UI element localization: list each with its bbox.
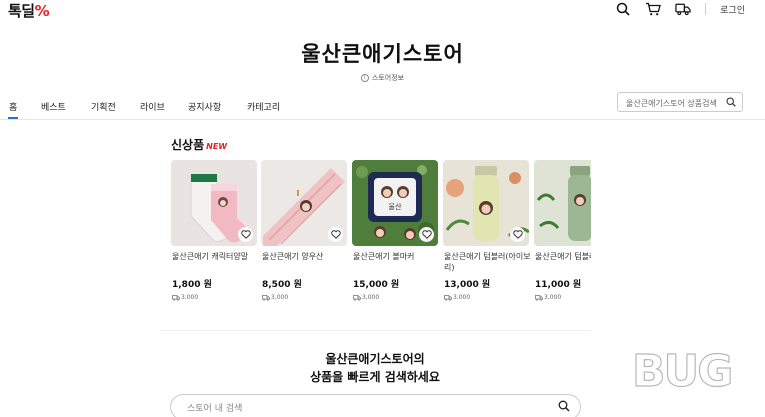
delivery-truck-icon[interactable] [675, 1, 691, 17]
section-divider [160, 330, 590, 331]
login-link[interactable]: 로그인 [720, 3, 745, 16]
search-icon[interactable] [726, 97, 736, 109]
product-price: 1,800 원 [172, 280, 212, 290]
product-image[interactable] [261, 160, 347, 246]
shipping-fee: 3,000 [353, 294, 379, 301]
delivery-truck-icon [444, 294, 452, 301]
store-search-placeholder: 스토어 내 검색 [187, 404, 243, 414]
shipping-fee: 3,000 [535, 294, 561, 301]
tab-live[interactable]: 라이브 [140, 100, 165, 113]
product-name[interactable]: 울산큰애기 텀블러(아이보리) [444, 251, 532, 273]
wishlist-heart-icon[interactable] [419, 227, 434, 242]
tab-exhibition[interactable]: 기획전 [91, 100, 116, 113]
product-name[interactable]: 울산큰애기 볼마커 [353, 251, 441, 262]
logo[interactable]: 톡딜% [8, 0, 50, 20]
new-badge: NEW [206, 142, 228, 151]
delivery-truck-icon [535, 294, 543, 301]
store-search-heading-line2: 상품을 빠르게 검색하세요 [310, 370, 440, 384]
shipping-fee: 3,000 [444, 294, 470, 301]
shipping-fee-value: 3,000 [362, 294, 380, 301]
top-bar: 톡딜% 로그인 [0, 0, 765, 20]
product-price: 13,000 원 [444, 280, 491, 290]
svg-text:BUG: BUG [632, 346, 731, 397]
svg-text:울산: 울산 [389, 202, 402, 211]
store-search-input[interactable]: 스토어 내 검색 [170, 394, 581, 417]
tab-best[interactable]: 베스트 [41, 100, 66, 113]
product-image[interactable] [534, 160, 591, 246]
cart-icon[interactable] [645, 1, 662, 17]
tab-category[interactable]: 카테고리 [247, 100, 280, 113]
product-price: 11,000 원 [535, 280, 582, 290]
shipping-fee: 3,000 [172, 294, 198, 301]
product-name[interactable]: 울산큰애기 텀블러(그린) [535, 251, 591, 262]
wishlist-heart-icon[interactable] [238, 227, 253, 242]
delivery-truck-icon [262, 294, 270, 301]
bug-watermark-logo: BUG [626, 320, 756, 410]
new-products-title: 신상품 NEW [171, 136, 227, 153]
shipping-fee: 3,000 [262, 294, 288, 301]
store-search-heading: 울산큰애기스토어의 상품을 빠르게 검색하세요 [160, 350, 590, 386]
product-name[interactable]: 울산큰애기 캐릭터양말 [172, 251, 260, 262]
shipping-fee-value: 3,000 [181, 294, 199, 301]
shipping-fee-value: 3,000 [544, 294, 562, 301]
store-info-label: 스토어정보 [371, 74, 405, 82]
header-divider [705, 3, 707, 15]
header-actions: 로그인 [615, 1, 745, 17]
product-price: 15,000 원 [353, 280, 400, 290]
logo-accent: % [34, 2, 50, 20]
store-search-input-top[interactable]: 울산큰애기스토어 상품검색 [617, 92, 743, 112]
store-search-placeholder-top: 울산큰애기스토어 상품검색 [626, 99, 717, 108]
delivery-truck-icon [353, 294, 361, 301]
tab-notice[interactable]: 공지사항 [188, 100, 221, 113]
delivery-truck-icon [172, 294, 180, 301]
product-image[interactable]: 울산 [352, 160, 438, 246]
shipping-fee-value: 3,000 [271, 294, 289, 301]
wishlist-heart-icon[interactable] [510, 227, 525, 242]
search-icon[interactable] [615, 1, 631, 17]
tab-home[interactable]: 홈 [7, 100, 19, 119]
product-name[interactable]: 울산큰애기 양우산 [262, 251, 350, 262]
info-icon: i [360, 74, 369, 82]
product-image[interactable] [171, 160, 257, 246]
store-title: 울산큰애기스토어 [301, 42, 464, 66]
store-info-link[interactable]: i 스토어정보 [0, 73, 765, 83]
new-products-title-text: 신상품 [171, 138, 205, 152]
shipping-fee-value: 3,000 [453, 294, 471, 301]
new-products-carousel: 울산큰애기 캐릭터양말 1,800 원 3,000 울산큰애기 양우산 8,50… [171, 160, 591, 310]
store-search-heading-line1: 울산큰애기스토어의 [325, 352, 425, 366]
wishlist-heart-icon[interactable] [328, 227, 343, 242]
search-icon[interactable] [558, 400, 570, 415]
logo-text: 톡딜 [8, 2, 35, 20]
product-image[interactable] [443, 160, 529, 246]
product-price: 8,500 원 [262, 280, 302, 290]
